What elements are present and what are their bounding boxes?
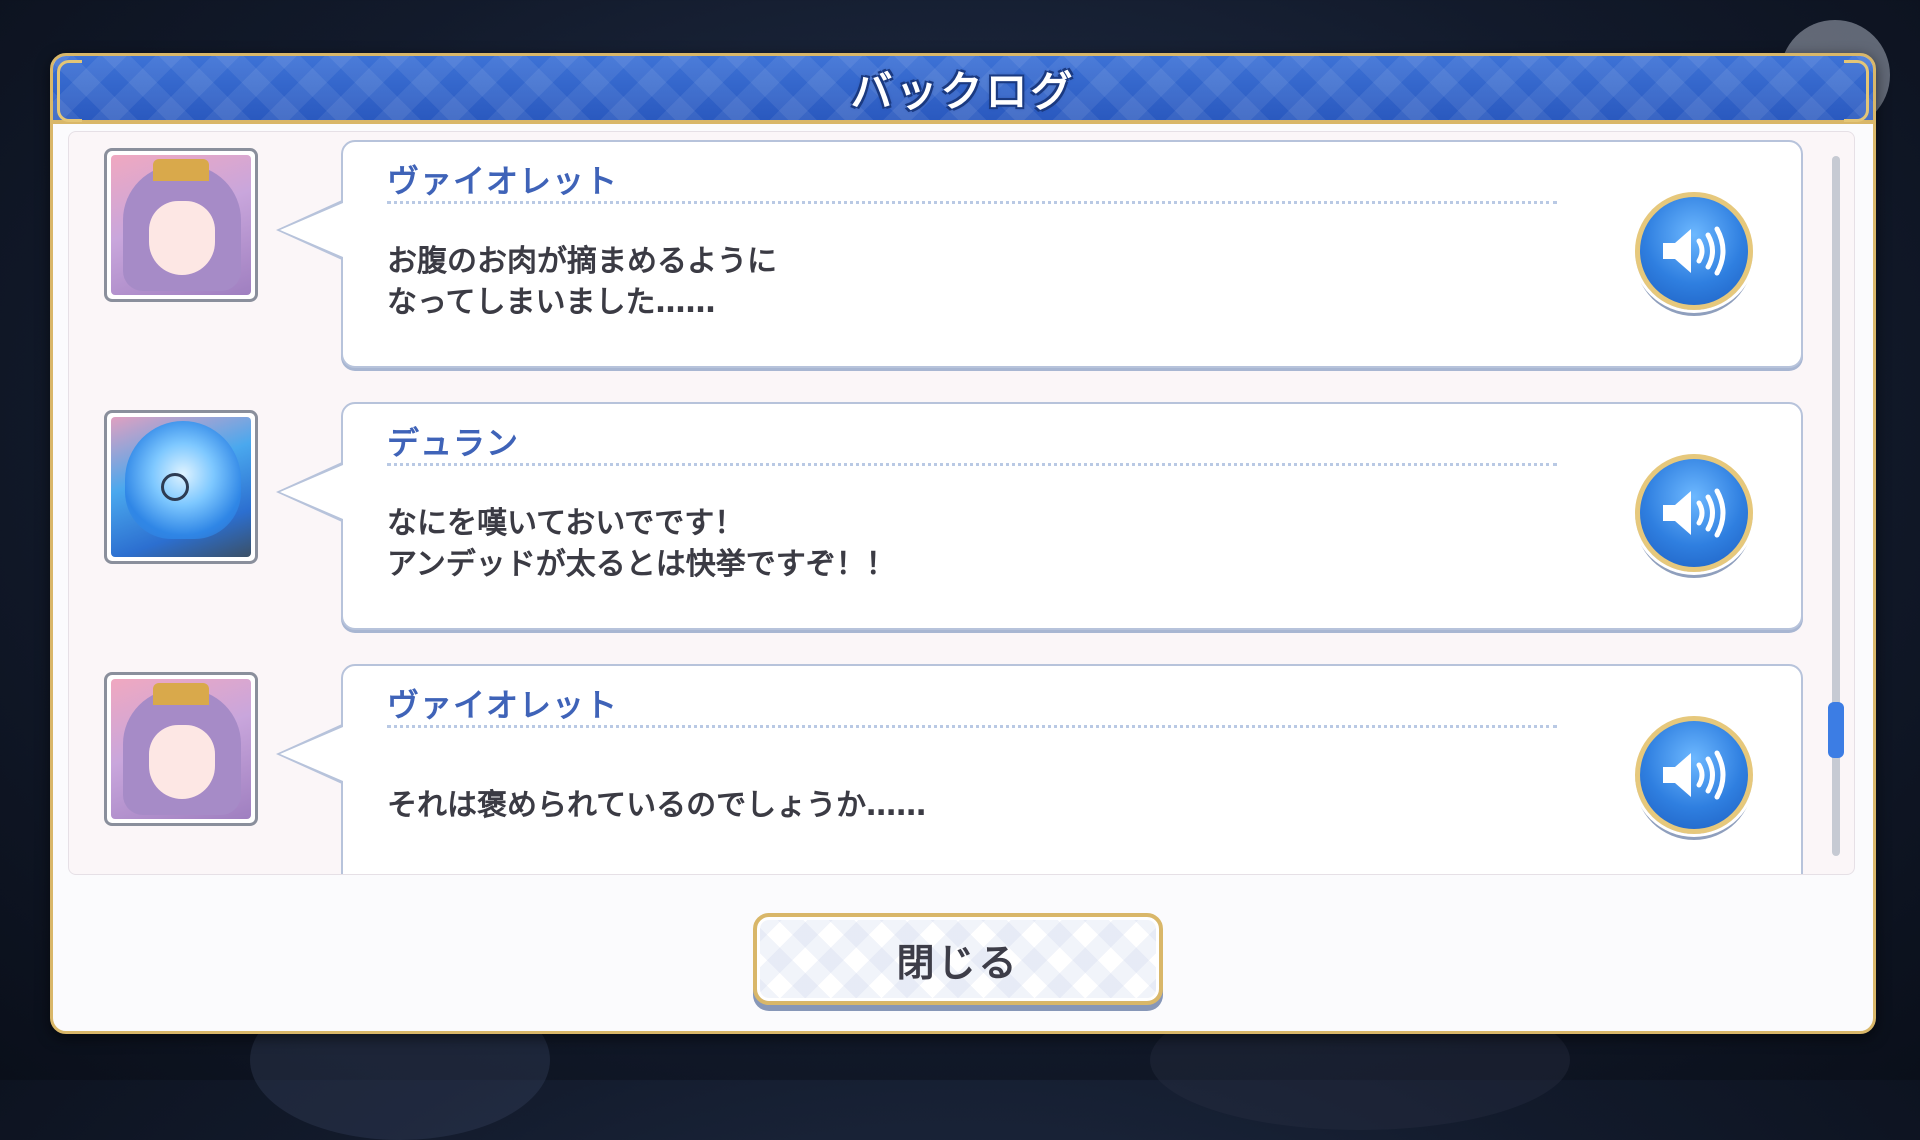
header-ornament-left [57,60,82,122]
backlog-entry: デュラン なにを嘆いておいでです！ アンデッドが太るとは快挙ですぞ！！ [69,402,1854,637]
violet-portrait [104,672,258,826]
header-ornament-right [1844,60,1869,122]
dialog-title: バックログ [850,66,1076,116]
dialogue-line: お腹のお肉が摘まめるように [387,244,777,279]
bubble-tail-fill [280,203,343,257]
voice-replay-button[interactable] [1635,192,1753,310]
portrait-monocle [161,473,189,501]
speaker-name: デュラン [387,424,520,462]
speaker-name: ヴァイオレット [387,162,619,200]
dialogue-bubble: デュラン なにを嘆いておいでです！ アンデッドが太るとは快挙ですぞ！！ [341,402,1803,630]
violet-portrait [104,148,258,302]
backlog-dialog: バックログ ヴァイオレット お腹のお肉が摘まめるように なってしまいました…… [50,53,1876,1034]
portrait-face [149,725,215,799]
voice-replay-button[interactable] [1635,454,1753,572]
dialogue-line: アンデッドが太るとは快挙ですぞ！！ [387,547,896,582]
speaker-name: ヴァイオレット [387,686,619,724]
scrollbar-track[interactable] [1828,156,1844,856]
dialogue-bubble: ヴァイオレット お腹のお肉が摘まめるように なってしまいました…… [341,140,1803,368]
name-divider [387,463,1557,466]
portrait-tiara [153,683,209,705]
dialogue-bubble: ヴァイオレット それは褒められているのでしょうか…… [341,664,1803,874]
backlog-entry: ヴァイオレット それは褒められているのでしょうか…… [69,664,1854,874]
voice-replay-button[interactable] [1635,716,1753,834]
close-button-label: 閉じる [896,940,1020,985]
bubble-tail-fill [280,727,343,781]
bubble-tail-fill [280,465,343,519]
name-divider [387,201,1557,204]
speaker-icon [1663,750,1726,800]
scrollbar-thumb[interactable] [1828,702,1844,758]
dialog-header: バックログ [53,56,1873,124]
dialogue-line: なにを嘆いておいでです！ [387,506,745,541]
dialogue-line: それは褒められているのでしょうか…… [387,788,927,823]
portrait-face [149,201,215,275]
backlog-list[interactable]: ヴァイオレット お腹のお肉が摘まめるように なってしまいました…… デュラン な… [68,131,1855,875]
close-button[interactable]: 閉じる [753,913,1163,1005]
speaker-icon [1663,226,1726,276]
speaker-icon [1663,488,1726,538]
dialogue-line: なってしまいました…… [387,285,716,320]
backlog-entry: ヴァイオレット お腹のお肉が摘まめるように なってしまいました…… [69,140,1854,375]
name-divider [387,725,1557,728]
portrait-tiara [153,159,209,181]
duran-portrait [104,410,258,564]
